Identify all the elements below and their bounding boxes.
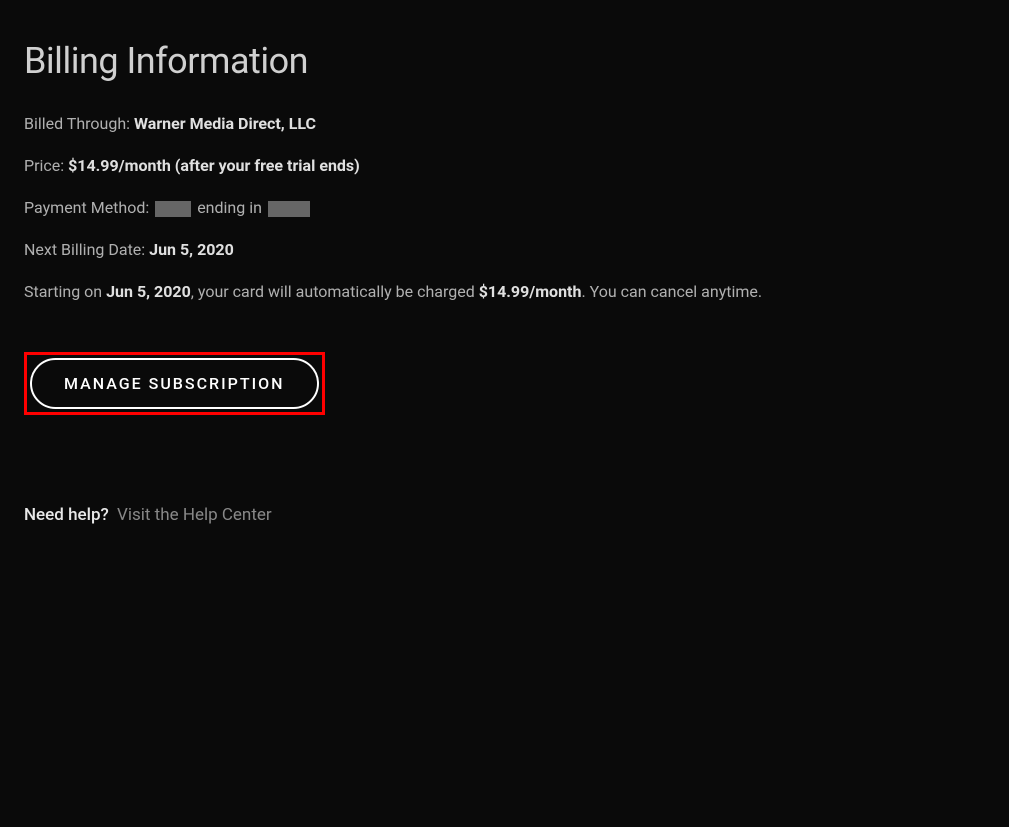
price-value: $14.99/month (after your free trial ends… (68, 156, 360, 175)
billed-through-value: Warner Media Direct, LLC (134, 114, 316, 133)
page-title: Billing Information (24, 40, 985, 82)
next-billing-row: Next Billing Date: Jun 5, 2020 (24, 238, 985, 262)
manage-subscription-button[interactable]: MANAGE SUBSCRIPTION (30, 358, 319, 409)
auto-charge-mid: , your card will automatically be charge… (191, 282, 479, 301)
price-label: Price: (24, 156, 68, 175)
payment-method-row: Payment Method: ending in (24, 196, 985, 220)
billed-through-label: Billed Through: (24, 114, 134, 133)
auto-charge-prefix: Starting on (24, 282, 106, 301)
price-row: Price: $14.99/month (after your free tri… (24, 154, 985, 178)
help-section: Need help? Visit the Help Center (24, 505, 985, 525)
auto-charge-date: Jun 5, 2020 (106, 282, 191, 301)
auto-charge-row: Starting on Jun 5, 2020, your card will … (24, 280, 985, 304)
redacted-card-type (155, 201, 191, 217)
billed-through-row: Billed Through: Warner Media Direct, LLC (24, 112, 985, 136)
highlight-annotation: MANAGE SUBSCRIPTION (24, 352, 325, 415)
redacted-card-digits (268, 201, 310, 217)
auto-charge-amount: $14.99/month (479, 282, 582, 301)
next-billing-value: Jun 5, 2020 (149, 240, 234, 259)
next-billing-label: Next Billing Date: (24, 240, 149, 259)
payment-method-mid: ending in (197, 198, 262, 217)
help-center-link[interactable]: Visit the Help Center (117, 505, 272, 525)
auto-charge-suffix: . You can cancel anytime. (581, 282, 762, 301)
payment-method-label: Payment Method: (24, 198, 153, 217)
help-label: Need help? (24, 505, 109, 525)
